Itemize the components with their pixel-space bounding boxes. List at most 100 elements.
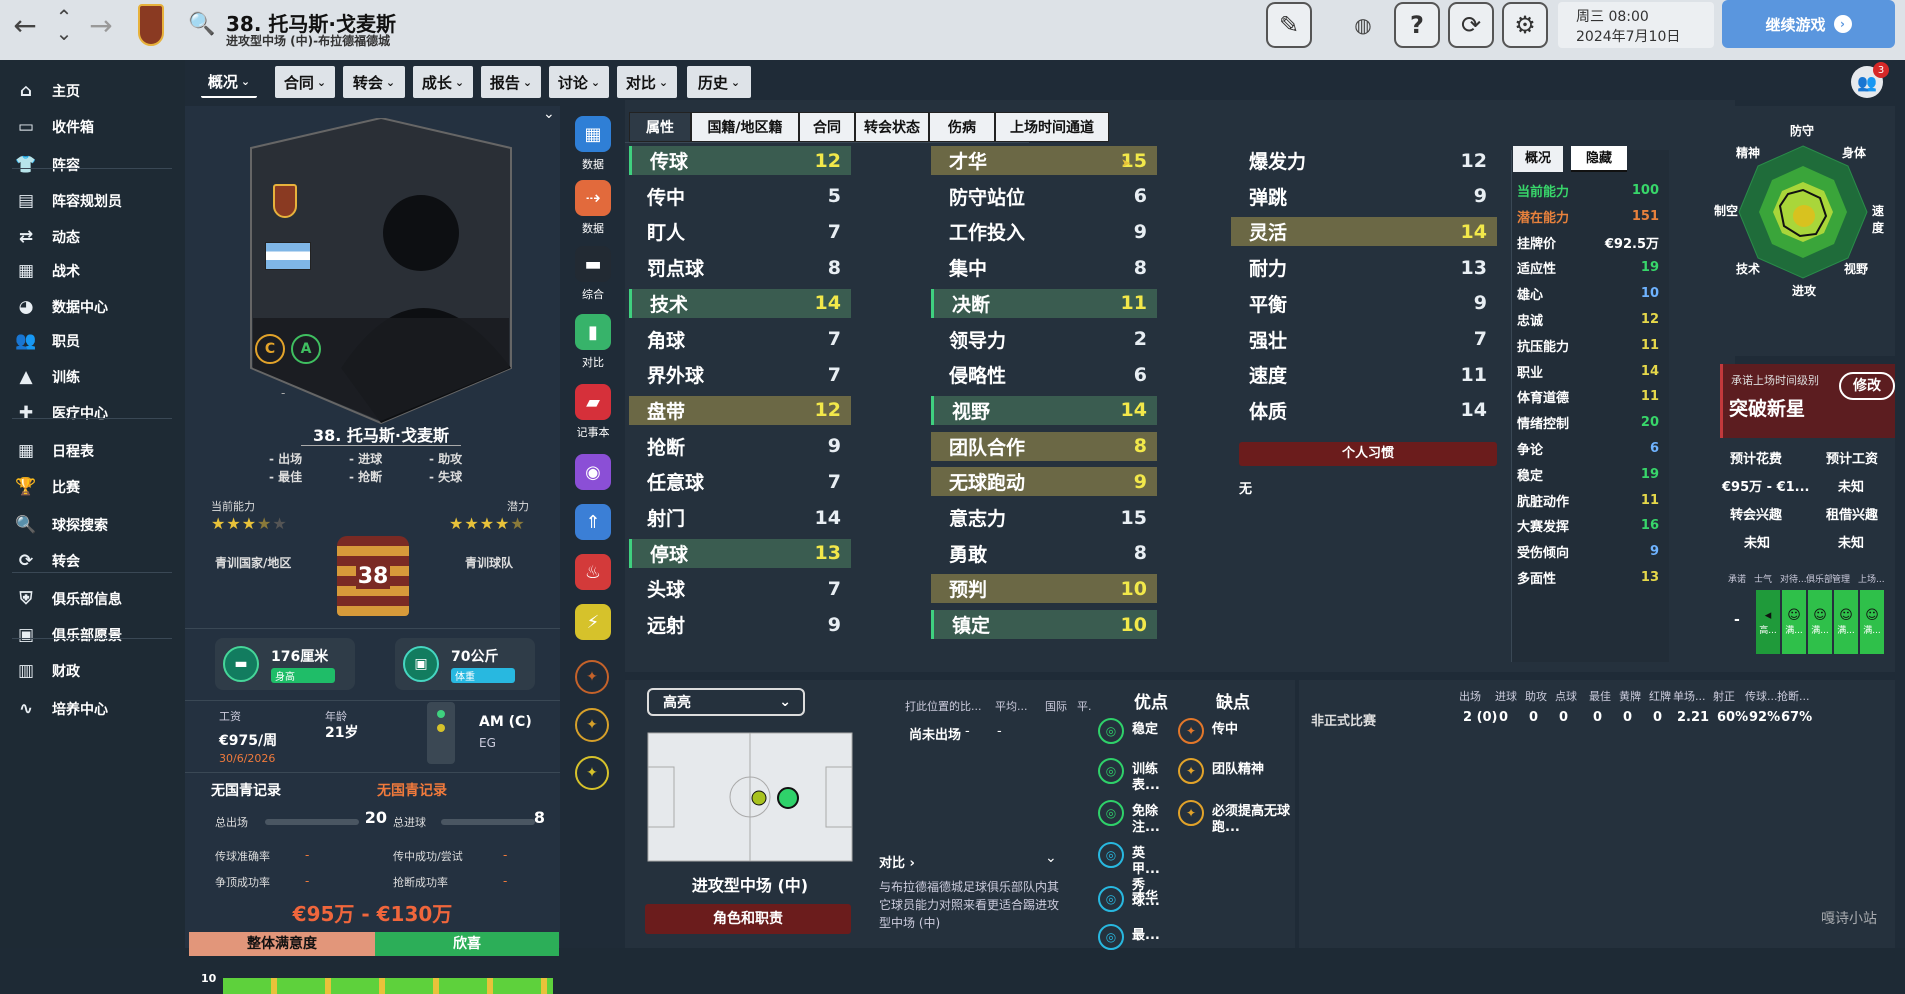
notification-avatar[interactable]: 👥 3 — [1851, 62, 1889, 98]
habits-label[interactable]: 个人习惯 — [1239, 442, 1497, 466]
back-icon[interactable]: ← — [10, 9, 40, 42]
attr-row-mental-6[interactable]: 侵略性 6 — [931, 360, 1157, 389]
attr-row-technical-0[interactable]: 传球 12 — [629, 146, 851, 175]
tab-4[interactable]: 报告 ⌄ — [481, 66, 541, 98]
settings-button[interactable]: ⚙ — [1502, 2, 1548, 48]
sidebar-item-8[interactable]: ▲ 训练 — [14, 364, 80, 390]
attr-row-physical-0[interactable]: 爆发力 12 — [1231, 146, 1497, 175]
compare-expand-icon[interactable]: ⌄ — [1045, 850, 1057, 866]
attr-row-technical-8[interactable]: 抢断 9 — [629, 432, 851, 461]
sidebar-item-14[interactable]: ⛨ 俱乐部信息 — [14, 586, 122, 612]
tab-0[interactable]: 概况 ⌄ — [201, 66, 257, 98]
attr-row-mental-3[interactable]: 集中 8 — [931, 253, 1157, 282]
sidebar-item-2[interactable]: 👕 阵容 — [14, 152, 80, 178]
attr-row-technical-12[interactable]: 头球 7 — [629, 574, 851, 603]
attr-row-technical-6[interactable]: 界外球 7 — [629, 360, 851, 389]
sidebar-item-6[interactable]: ◕ 数据中心 — [14, 294, 108, 320]
attr-row-mental-9[interactable]: 无球跑动 9 — [931, 467, 1157, 497]
fire-icon[interactable]: ♨ — [575, 554, 611, 590]
subtab-0[interactable]: 属性 — [629, 112, 691, 142]
subtab-3[interactable]: 转会状态 — [855, 112, 929, 142]
attr-row-physical-6[interactable]: 速度 11 — [1231, 360, 1497, 389]
tab-1[interactable]: 合同 ⌄ — [275, 66, 335, 98]
attr-row-technical-4[interactable]: 技术 14 — [629, 288, 851, 318]
attr-row-mental-8[interactable]: 团队合作 8 — [931, 431, 1157, 461]
globe-icon[interactable]: ◍ — [1350, 12, 1376, 38]
attr-row-physical-1[interactable]: 弹跳 9 — [1231, 182, 1497, 211]
subtab-2[interactable]: 合同 — [799, 112, 855, 142]
hidden-tab-hidden[interactable]: 隐藏 — [1571, 146, 1627, 172]
sidebar-item-9[interactable]: ✚ 医疗中心 — [14, 400, 108, 426]
sidebar-item-13[interactable]: ⟳ 转会 — [14, 548, 80, 574]
refresh-button[interactable]: ⟳ — [1448, 2, 1494, 48]
attr-row-physical-2[interactable]: 灵活 14 — [1231, 217, 1497, 247]
attr-row-technical-7[interactable]: 盘带 12 — [629, 395, 851, 425]
continue-button[interactable]: 继续游戏 › — [1722, 0, 1895, 48]
sidebar-item-16[interactable]: ▥ 财政 — [14, 658, 80, 684]
rank-icon[interactable]: ⇑ — [575, 504, 611, 540]
tab-2[interactable]: 转会 ⌄ — [343, 66, 405, 98]
attr-row-technical-9[interactable]: 任意球 7 — [629, 467, 851, 496]
data2-icon[interactable]: ⇢ — [575, 180, 611, 216]
sidebar-item-4[interactable]: ⇄ 动态 — [14, 224, 80, 250]
edit-playing-time-button[interactable]: 修改 — [1839, 372, 1895, 400]
tab-3[interactable]: 成长 ⌄ — [413, 66, 473, 98]
attr-row-technical-5[interactable]: 角球 7 — [629, 325, 851, 354]
attr-row-mental-12[interactable]: 预判 10 — [931, 574, 1157, 604]
highlight-dropdown[interactable]: 高亮 ⌄ — [647, 688, 805, 716]
up-down-icon[interactable]: ⌃ ⌄ — [52, 6, 76, 44]
role-duties-button[interactable]: 角色和职责 — [645, 904, 851, 934]
collapse-chevron-icon[interactable]: ⌄ — [543, 106, 555, 122]
strength-item[interactable]: 训练表... — [1132, 762, 1172, 794]
tab-7[interactable]: 历史 ⌄ — [687, 66, 751, 98]
sidebar-item-15[interactable]: ▣ 俱乐部愿景 — [14, 622, 122, 648]
strength-item[interactable]: 才华 — [1132, 890, 1172, 906]
attr-row-technical-11[interactable]: 停球 13 — [629, 538, 851, 568]
sidebar-item-17[interactable]: ∿ 培养中心 — [14, 696, 108, 722]
sidebar-item-7[interactable]: 👥 职员 — [14, 328, 80, 354]
attr-row-mental-13[interactable]: 镇定 10 — [931, 610, 1157, 640]
notebook-icon[interactable]: ▰ — [575, 384, 611, 420]
strength-item[interactable]: 免除注... — [1132, 804, 1172, 836]
subtab-1[interactable]: 国籍/地区籍 — [691, 112, 799, 142]
attr-row-physical-3[interactable]: 耐力 13 — [1231, 253, 1497, 282]
weakness-item[interactable]: 团队精神 — [1212, 762, 1292, 778]
weakness-item[interactable]: 必须提高无球跑... — [1212, 804, 1292, 836]
tab-5[interactable]: 讨论 ⌄ — [549, 66, 609, 98]
sidebar-item-12[interactable]: 🔍 球探搜索 — [14, 512, 108, 538]
data-icon[interactable]: ▦ — [575, 116, 611, 152]
attr-row-technical-10[interactable]: 射门 14 — [629, 503, 851, 532]
attr-row-technical-2[interactable]: 盯人 7 — [629, 217, 851, 246]
strength-item[interactable]: 最... — [1132, 928, 1172, 944]
tab-6[interactable]: 对比 ⌄ — [617, 66, 677, 98]
forward-icon[interactable]: → — [86, 9, 116, 42]
subtab-5[interactable]: 上场时间通道 — [995, 112, 1109, 142]
attr-row-technical-1[interactable]: 传中 5 — [629, 182, 851, 211]
help-button[interactable]: ? — [1394, 2, 1440, 48]
attr-row-physical-4[interactable]: 平衡 9 — [1231, 289, 1497, 318]
attr-row-physical-5[interactable]: 强壮 7 — [1231, 325, 1497, 354]
attr-row-mental-2[interactable]: 工作投入 9 — [931, 217, 1157, 246]
compare-icon[interactable]: ▮ — [575, 314, 611, 350]
sidebar-item-3[interactable]: ▤ 阵容规划员 — [14, 188, 122, 214]
attr-row-technical-3[interactable]: 罚点球 8 — [629, 253, 851, 282]
attr-row-technical-13[interactable]: 远射 9 — [629, 610, 851, 639]
compare-label[interactable]: 对比 › — [879, 852, 915, 871]
bolt-icon[interactable]: ⚡ — [575, 604, 611, 640]
search-icon[interactable]: 🔍 — [188, 10, 216, 38]
attr-row-mental-11[interactable]: 勇敢 8 — [931, 539, 1157, 568]
sidebar-item-1[interactable]: ▭ 收件箱 — [14, 114, 94, 140]
attr-row-physical-7[interactable]: 体质 14 — [1231, 396, 1497, 425]
sidebar-item-5[interactable]: ▦ 战术 — [14, 258, 80, 284]
attr-row-mental-1[interactable]: 防守站位 6 — [931, 182, 1157, 211]
sidebar-item-10[interactable]: ▦ 日程表 — [14, 438, 94, 464]
weakness-item[interactable]: 传中 — [1212, 722, 1292, 738]
sidebar-item-11[interactable]: 🏆 比赛 — [14, 474, 80, 500]
attr-row-mental-4[interactable]: 决断 11 — [931, 288, 1157, 318]
subtab-4[interactable]: 伤病 — [929, 112, 995, 142]
mask-icon[interactable]: ◉ — [575, 454, 611, 490]
attr-row-mental-5[interactable]: 领导力 2 — [931, 325, 1157, 354]
attr-row-mental-7[interactable]: 视野 14 — [931, 395, 1157, 425]
strength-item[interactable]: 稳定 — [1132, 722, 1172, 738]
hidden-tab-overview[interactable]: 概况 — [1513, 146, 1563, 172]
